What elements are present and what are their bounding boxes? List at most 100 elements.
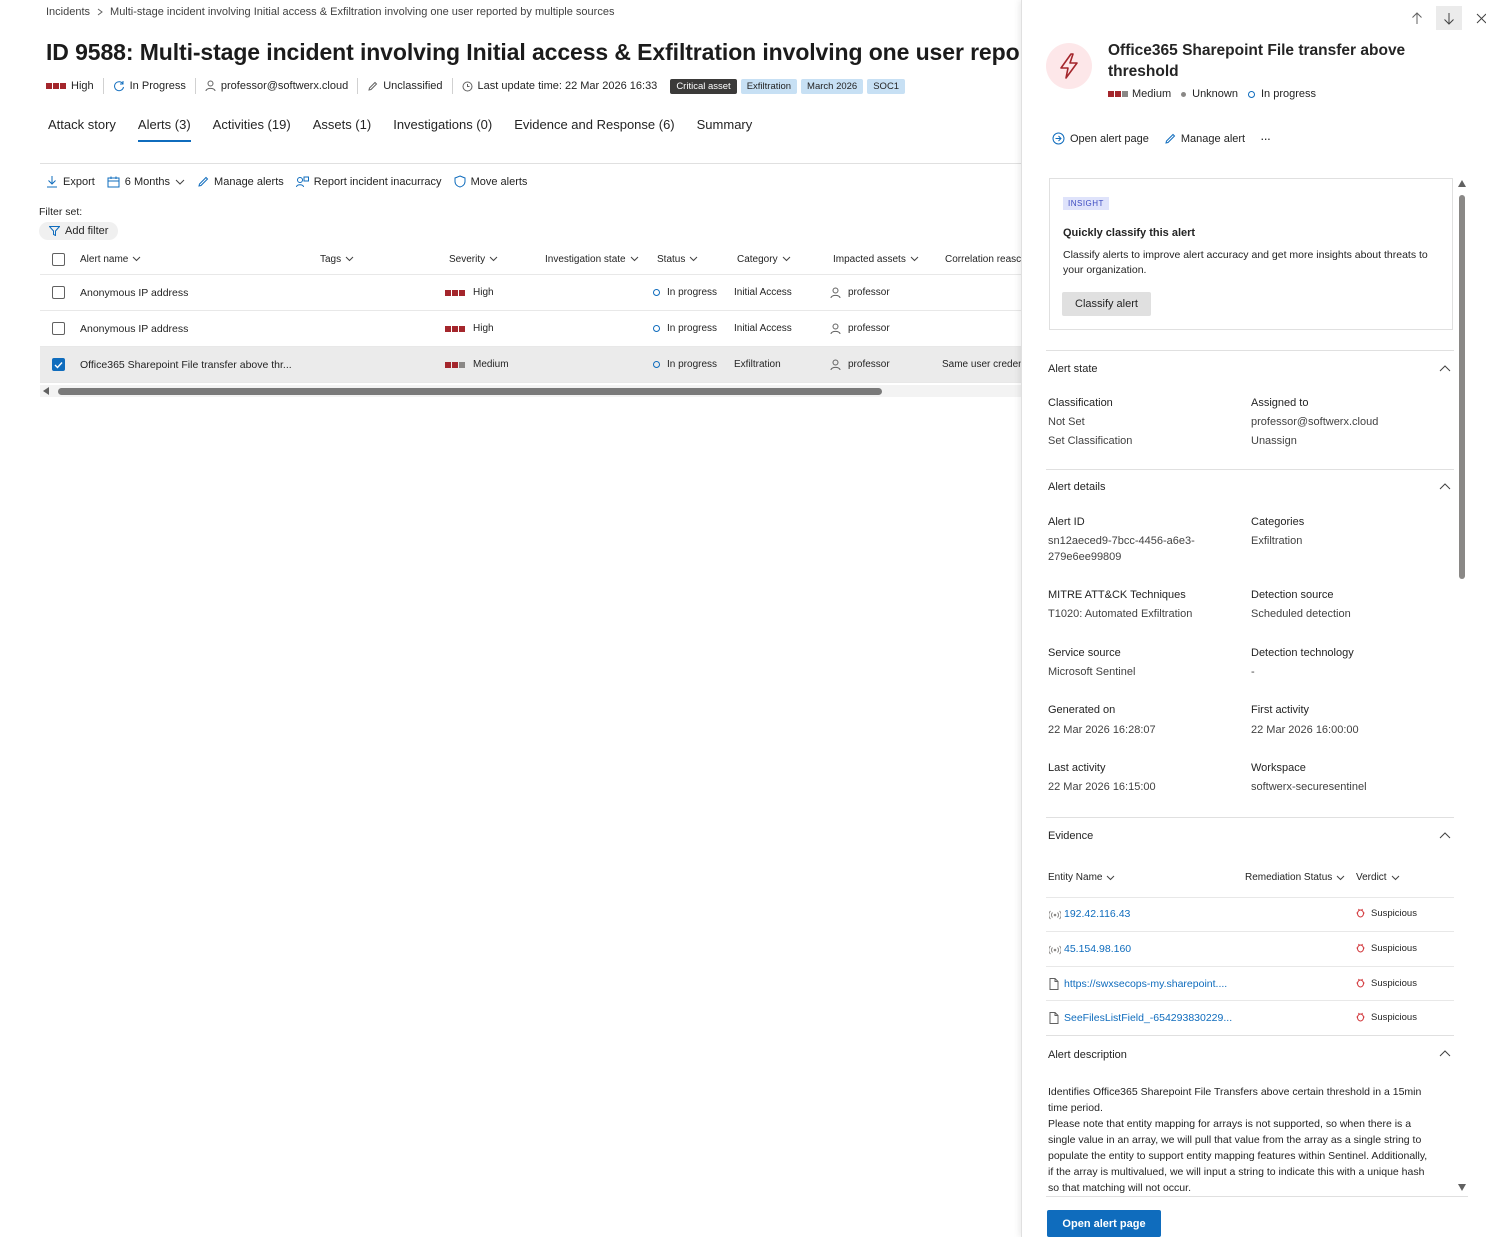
alert-status: In progress [1247, 88, 1316, 100]
row-checkbox[interactable] [52, 275, 65, 310]
incident-assigned[interactable]: professor@softwerx.cloud [196, 78, 359, 94]
evidence-row[interactable]: 192.42.116.43 Suspicious [1046, 897, 1454, 931]
chevron-up-icon[interactable] [1439, 364, 1451, 372]
section-alert-description-title[interactable]: Alert description [1048, 1049, 1127, 1061]
severity-medium-icon [1108, 91, 1128, 97]
period-dropdown[interactable]: 6 Months [107, 176, 185, 188]
tab-alerts[interactable]: Alerts (3) [137, 117, 191, 142]
alert-name[interactable]: Anonymous IP address [80, 311, 188, 346]
severity-medium-icon [445, 361, 465, 368]
chevron-down-icon [910, 256, 919, 262]
in-progress-icon [653, 325, 660, 332]
select-all-checkbox[interactable] [52, 244, 65, 274]
alert-id-value-line1: sn12aeced9-7bcc-4456-a6e3- [1048, 535, 1195, 547]
add-filter-button[interactable]: Add filter [39, 222, 119, 240]
col-impacted-assets[interactable]: Impacted assets [833, 244, 919, 274]
entity-name-link[interactable]: SeeFilesListField_-654293830229... [1064, 1012, 1232, 1024]
classify-alert-button[interactable]: Classify alert [1062, 292, 1151, 316]
col-remediation-status[interactable]: Remediation Status [1245, 872, 1345, 883]
more-actions-button[interactable]: ··· [1260, 131, 1271, 146]
col-alert-name[interactable]: Alert name [80, 244, 141, 274]
assigned-value: professor@softwerx.cloud [1251, 416, 1379, 428]
asset-cell[interactable]: professor [830, 311, 890, 346]
insight-title: Quickly classify this alert [1063, 227, 1196, 239]
chevron-up-icon[interactable] [1439, 482, 1451, 490]
col-severity[interactable]: Severity [449, 244, 498, 274]
panel-vertical-scrollbar-thumb[interactable] [1459, 195, 1465, 579]
open-alert-page-link[interactable]: Open alert page [1052, 132, 1149, 145]
evidence-row[interactable]: https://swxsecops-my.sharepoint.... Susp… [1046, 966, 1454, 1000]
generated-on-label: Generated on [1048, 704, 1116, 716]
verdict-value: Suspicious [1371, 1012, 1417, 1023]
section-evidence-title[interactable]: Evidence [1048, 830, 1093, 842]
scroll-up-icon [1458, 180, 1466, 187]
section-divider [1046, 1035, 1454, 1036]
col-status[interactable]: Status [657, 244, 698, 274]
section-alert-state-title[interactable]: Alert state [1048, 363, 1098, 375]
set-classification-link[interactable]: Set Classification [1048, 435, 1132, 447]
section-alert-details-title[interactable]: Alert details [1048, 481, 1105, 493]
chevron-up-icon[interactable] [1439, 831, 1451, 839]
manage-alerts-button[interactable]: Manage alerts [197, 176, 284, 188]
entity-name-link[interactable]: 192.42.116.43 [1064, 908, 1130, 920]
table-row[interactable]: Anonymous IP address High In progress In… [40, 275, 1022, 311]
evidence-row[interactable]: SeeFilesListField_-654293830229... Suspi… [1046, 1000, 1454, 1034]
unassign-link[interactable]: Unassign [1251, 435, 1297, 447]
row-checkbox[interactable] [52, 311, 65, 346]
suspicious-bug-icon [1356, 1011, 1365, 1022]
last-activity-value: 22 Mar 2026 16:15:00 [1048, 781, 1156, 793]
alert-lightning-icon [1046, 43, 1092, 89]
section-divider [1046, 469, 1454, 470]
scroll-down-icon [1458, 1184, 1466, 1191]
tab-activities[interactable]: Activities (19) [213, 117, 291, 142]
classification-value: Not Set [1048, 416, 1085, 428]
horizontal-scrollbar-thumb[interactable] [58, 388, 882, 395]
incident-status[interactable]: In Progress [104, 78, 196, 94]
table-row-selected[interactable]: Office365 Sharepoint File transfer above… [40, 347, 1022, 383]
move-alerts-button[interactable]: Move alerts [454, 175, 527, 188]
manage-alert-button[interactable]: Manage alert [1164, 133, 1245, 145]
col-entity-name[interactable]: Entity Name [1048, 872, 1115, 883]
col-verdict[interactable]: Verdict [1356, 872, 1400, 883]
col-investigation-state[interactable]: Investigation state [545, 244, 639, 274]
breadcrumb-current: Multi-stage incident involving Initial a… [110, 6, 615, 18]
workspace-value: softwerx-securesentinel [1251, 781, 1367, 793]
tab-evidence-response[interactable]: Evidence and Response (6) [514, 117, 674, 142]
col-category[interactable]: Category [737, 244, 791, 274]
scroll-left-icon [43, 387, 50, 395]
col-correlation-reason[interactable]: Correlation reasc [945, 244, 1021, 274]
tab-investigations[interactable]: Investigations (0) [393, 117, 492, 142]
person-icon [830, 287, 841, 299]
row-checkbox-checked[interactable] [52, 347, 65, 382]
col-tags[interactable]: Tags [320, 244, 354, 274]
entity-name-link[interactable]: https://swxsecops-my.sharepoint.... [1064, 978, 1227, 990]
chevron-up-icon[interactable] [1439, 1049, 1451, 1057]
previous-alert-button[interactable] [1404, 6, 1430, 30]
detection-technology-label: Detection technology [1251, 647, 1354, 659]
asset-cell[interactable]: professor [830, 347, 890, 382]
alert-severity: Medium [1108, 88, 1171, 100]
report-inaccuracy-button[interactable]: Report incident inacurracy [295, 176, 442, 188]
tab-summary[interactable]: Summary [697, 117, 753, 142]
evidence-row[interactable]: 45.154.98.160 Suspicious [1046, 931, 1454, 965]
alerts-table: Alert name Tags Severity Investigation s… [40, 244, 1022, 383]
next-alert-button[interactable] [1436, 6, 1462, 30]
table-row[interactable]: Anonymous IP address High In progress In… [40, 311, 1022, 347]
mitre-technique-link[interactable]: T1020: Automated Exfiltration [1048, 608, 1192, 620]
panel-nav [1404, 6, 1486, 30]
tab-assets[interactable]: Assets (1) [313, 117, 372, 142]
export-button[interactable]: Export [46, 175, 95, 188]
chevron-right-icon [96, 8, 104, 16]
category-cell: Initial Access [734, 323, 792, 334]
breadcrumb-incidents-link[interactable]: Incidents [46, 6, 90, 18]
alert-name[interactable]: Anonymous IP address [80, 275, 188, 310]
tab-attack-story[interactable]: Attack story [48, 117, 116, 142]
asset-cell[interactable]: professor [830, 275, 890, 310]
verdict-value: Suspicious [1371, 978, 1417, 989]
open-alert-page-button[interactable]: Open alert page [1047, 1210, 1161, 1237]
alert-name[interactable]: Office365 Sharepoint File transfer above… [80, 347, 292, 382]
entity-name-link[interactable]: 45.154.98.160 [1064, 943, 1131, 955]
close-panel-button[interactable] [1468, 6, 1486, 30]
alert-determination: Unknown [1181, 88, 1238, 100]
incident-classification[interactable]: Unclassified [358, 78, 453, 94]
